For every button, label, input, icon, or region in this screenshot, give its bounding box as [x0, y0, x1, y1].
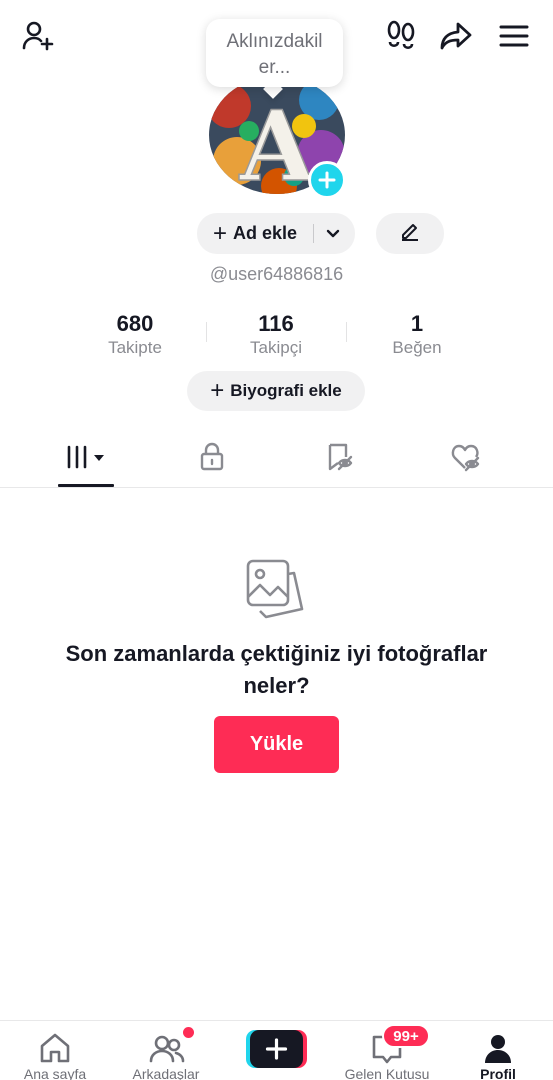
pencil-icon — [399, 220, 421, 247]
note-bubble[interactable]: Aklınızdakil er... — [206, 19, 343, 87]
stat-label: Beğen — [392, 338, 442, 357]
photo-icon — [242, 555, 310, 623]
tab-favorites[interactable] — [312, 432, 368, 487]
heart-hidden-icon — [450, 442, 482, 477]
create-button[interactable] — [246, 1030, 307, 1068]
profile-icon — [481, 1031, 515, 1065]
stat-label: Takipçi — [250, 338, 302, 357]
divider — [313, 224, 314, 243]
menu-icon[interactable] — [494, 16, 534, 56]
stat-label: Takipte — [108, 338, 162, 357]
edit-profile-button[interactable] — [376, 213, 444, 254]
inbox-badge: 99+ — [382, 1024, 430, 1048]
username: @user64886816 — [209, 264, 344, 284]
stat-value: 680 — [116, 311, 154, 336]
stat-value: 1 — [410, 311, 424, 336]
nav-label: Gelen Kutusu — [344, 1066, 430, 1080]
stat-likes[interactable]: 1 Beğen — [357, 310, 477, 358]
nav-label: Profil — [480, 1066, 516, 1080]
home-icon — [38, 1031, 72, 1065]
tab-liked[interactable] — [438, 432, 494, 487]
stat-value: 116 — [258, 311, 294, 336]
stats-row: 680 Takipte 116 Takipçi 1 Beğen — [0, 310, 553, 362]
share-icon[interactable] — [436, 16, 476, 56]
chevron-down-icon[interactable] — [323, 223, 343, 243]
add-bio-label: Biyografi ekle — [230, 381, 342, 400]
empty-state-title: Son zamanlarda çektiğiniz iyi fotoğrafla… — [65, 641, 488, 698]
add-name-button[interactable]: + Ad ekle — [197, 213, 355, 254]
add-bio-button[interactable]: + Biyografi ekle — [187, 371, 365, 411]
notification-dot — [183, 1027, 194, 1038]
add-avatar-button[interactable] — [308, 161, 346, 199]
nav-profile[interactable]: Profil — [443, 1021, 553, 1080]
tab-private[interactable] — [184, 432, 240, 487]
stat-divider — [206, 322, 207, 342]
friends-icon — [149, 1031, 185, 1065]
nav-label: Arkadaşlar — [132, 1066, 200, 1080]
active-tab-indicator — [58, 484, 114, 487]
stat-divider — [346, 322, 347, 342]
lock-icon — [199, 442, 225, 477]
stat-following[interactable]: 680 Takipte — [75, 310, 195, 358]
plus-icon: + — [213, 219, 228, 247]
note-bubble-text: Aklınızdakil er... — [226, 31, 323, 78]
tab-videos[interactable] — [58, 432, 114, 487]
nav-home[interactable]: Ana sayfa — [0, 1021, 110, 1080]
nav-friends[interactable]: Arkadaşlar — [111, 1021, 221, 1080]
add-name-label: Ad ekle — [233, 223, 298, 243]
bookmark-hidden-icon — [325, 442, 355, 477]
add-user-icon[interactable] — [18, 16, 58, 56]
stat-followers[interactable]: 116 Takipçi — [216, 310, 336, 358]
content-tabs — [0, 432, 553, 488]
plus-icon: + — [210, 377, 225, 404]
footprints-icon[interactable] — [382, 17, 420, 55]
avatar-letter: A — [239, 90, 316, 194]
nav-label: Ana sayfa — [23, 1066, 87, 1080]
grid-icon — [65, 444, 107, 475]
upload-button[interactable]: Yükle — [214, 716, 339, 773]
